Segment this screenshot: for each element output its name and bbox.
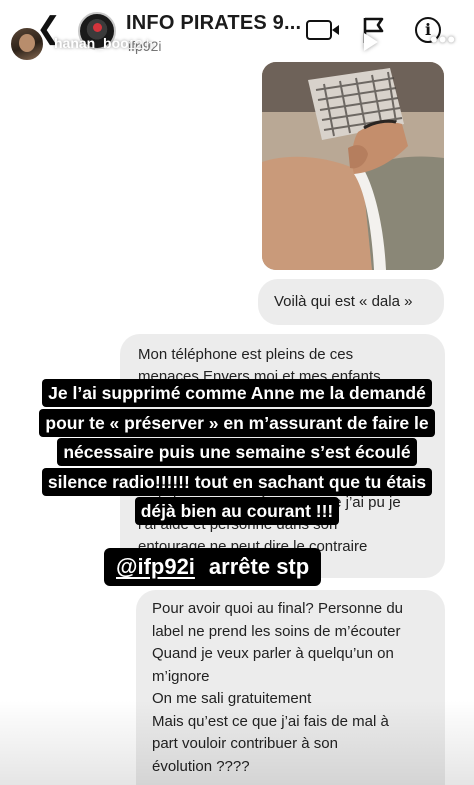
story-username[interactable]: hanan_boo [54,35,129,51]
story-frame[interactable]: ❮ INFO PIRATES 9... ifp92i i hanan_boo 1… [0,0,474,785]
story-progress-fill [8,6,466,8]
photo-content [262,62,444,270]
message-line: Pour avoir quoi au final? Personne du [152,600,404,617]
mute-icon[interactable] [395,32,419,54]
avatar[interactable] [10,27,44,61]
message-line: On me sali gratuitement [152,690,312,707]
message-bubble-dala: Voilà qui est « dala » [258,279,444,325]
message-line: Mais qu’est ce que j’ai fais de mal à [152,712,389,730]
story-timestamp: 12 h [128,37,154,52]
message-line: Mon téléphone est pleins de ces [138,346,354,363]
caption-line: nécessaire puis une semaine s’est écoulé [57,438,417,466]
message-text: Voilà qui est « dala » [274,293,413,310]
mention-sticker[interactable]: @ifp92i arrête stp [104,548,322,586]
avatar-logo [93,23,102,32]
play-icon[interactable] [364,33,378,51]
video-call-icon[interactable] [306,20,339,40]
caption-line: silence radio!!!!!! tout en sachant que … [41,467,433,496]
story-caption: Je l’ai supprimé comme Anne me la demand… [6,379,468,527]
message-line: Quand je veux parler à quelqu’un on [152,645,394,662]
mention-link[interactable]: @ifp92i [116,554,195,580]
message-line: label ne prend les soins de m’écouter [152,622,401,640]
message-bubble-bottom: Pour avoir quoi au final? Personne du la… [136,590,445,785]
story-progress-bar [8,6,466,8]
chat-title: INFO PIRATES 9... [126,12,302,34]
message-line: part vouloir contribuer à son [152,735,338,752]
mention-text: arrête stp [208,554,310,579]
message-line: m’ignore [152,667,210,685]
shared-photo[interactable] [262,62,444,270]
more-icon[interactable]: ••• [430,29,456,51]
caption-line: pour te « préserver » en m’assurant de f… [39,408,435,437]
caption-line: déjà bien au courant !!! [134,497,340,525]
message-line: évolution ???? [152,757,250,775]
caption-line: Je l’ai supprimé comme Anne me la demand… [42,379,432,407]
